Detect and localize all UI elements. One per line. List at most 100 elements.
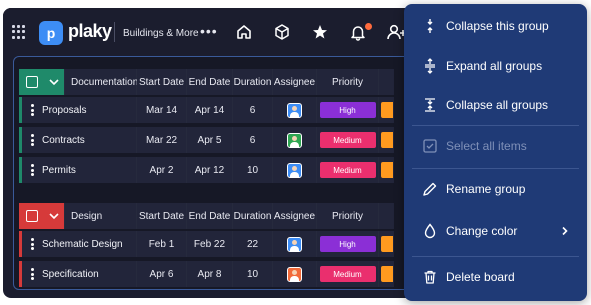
menu-item-expand-all-groups[interactable]: Expand all groups — [404, 51, 587, 81]
end-date-cell[interactable]: Apr 14 — [187, 97, 233, 123]
assignee-cell[interactable] — [273, 97, 317, 123]
menu-item-collapse-all-groups[interactable]: Collapse all groups — [404, 90, 587, 120]
apps-grid-icon[interactable] — [12, 25, 26, 39]
group-color-strip — [19, 231, 22, 257]
menu-divider — [412, 168, 579, 169]
menu-item-delete-board[interactable]: Delete board — [404, 262, 587, 292]
menu-item-rename-group[interactable]: Rename group — [404, 174, 587, 204]
task-name[interactable]: Contracts — [42, 135, 85, 146]
start-date-cell[interactable]: Mar 22 — [137, 127, 187, 153]
avatar[interactable] — [287, 102, 302, 118]
end-date-cell[interactable]: Apr 8 — [187, 261, 233, 287]
row-menu-icon[interactable] — [31, 134, 34, 146]
row-menu-icon[interactable] — [31, 104, 34, 116]
table-row[interactable]: Permits Apr 2 Apr 12 10 Medium — [19, 157, 394, 183]
assignee-cell[interactable] — [273, 157, 317, 183]
group-checkbox[interactable] — [26, 210, 38, 222]
chevron-down-icon[interactable] — [47, 75, 61, 89]
row-menu-icon[interactable] — [31, 238, 34, 250]
start-date-cell[interactable]: Feb 1 — [137, 231, 187, 257]
group-controls — [19, 69, 65, 95]
extra-cell — [379, 127, 394, 153]
end-date-cell[interactable]: Apr 5 — [187, 127, 233, 153]
column-header-end-date[interactable]: End Date — [187, 69, 233, 95]
menu-item-label: Collapse all groups — [446, 98, 549, 112]
row-menu-icon[interactable] — [31, 268, 34, 280]
start-date-cell[interactable]: Mar 14 — [137, 97, 187, 123]
avatar[interactable] — [287, 162, 302, 178]
task-name[interactable]: Specification — [42, 269, 99, 280]
column-header-priority[interactable]: Priority — [317, 203, 379, 229]
column-header-start-date[interactable]: Start Date — [137, 69, 187, 95]
cube-icon[interactable] — [273, 23, 291, 41]
task-name[interactable]: Permits — [42, 165, 76, 176]
logo-text[interactable]: plaky — [68, 21, 112, 42]
chevron-down-icon[interactable] — [47, 209, 61, 223]
avatar[interactable] — [287, 266, 302, 282]
end-date-cell[interactable]: Feb 22 — [187, 231, 233, 257]
end-date-cell[interactable]: Apr 12 — [187, 157, 233, 183]
column-header-task[interactable]: Design — [65, 203, 137, 229]
column-header-start-date[interactable]: Start Date — [137, 203, 187, 229]
logo-icon[interactable]: p — [39, 21, 63, 45]
avatar[interactable] — [287, 132, 302, 148]
column-header-priority[interactable]: Priority — [317, 69, 379, 95]
task-name[interactable]: Proposals — [42, 105, 86, 116]
duration-cell[interactable]: 10 — [233, 157, 273, 183]
task-cell[interactable]: Schematic Design — [19, 231, 137, 257]
status-badge[interactable] — [381, 236, 393, 252]
star-icon[interactable] — [311, 23, 329, 41]
column-header-duration[interactable]: Duration — [233, 203, 273, 229]
priority-cell[interactable]: Medium — [317, 261, 379, 287]
avatar[interactable] — [287, 236, 302, 252]
table-row[interactable]: Contracts Mar 22 Apr 5 6 Medium — [19, 127, 394, 153]
status-badge[interactable] — [381, 102, 393, 118]
assignee-cell[interactable] — [273, 261, 317, 287]
status-badge[interactable] — [381, 266, 393, 282]
menu-item-collapse-this-group[interactable]: Collapse this group — [404, 11, 587, 41]
home-icon[interactable] — [235, 23, 253, 41]
priority-badge[interactable]: Medium — [319, 162, 376, 178]
column-header-assignee[interactable]: Assignee — [273, 203, 317, 229]
task-cell[interactable]: Specification — [19, 261, 137, 287]
duration-cell[interactable]: 6 — [233, 127, 273, 153]
table-row[interactable]: Schematic Design Feb 1 Feb 22 22 High — [19, 231, 394, 257]
start-date-cell[interactable]: Apr 6 — [137, 261, 187, 287]
extra-cell — [379, 231, 394, 257]
column-header-duration[interactable]: Duration — [233, 69, 273, 95]
column-header-assignee[interactable]: Assignee — [273, 69, 317, 95]
more-options-icon[interactable]: ••• — [200, 23, 218, 39]
column-header-end-date[interactable]: End Date — [187, 203, 233, 229]
status-badge[interactable] — [381, 162, 393, 178]
task-name[interactable]: Schematic Design — [42, 239, 123, 250]
group-checkbox[interactable] — [26, 76, 38, 88]
row-menu-icon[interactable] — [31, 164, 34, 176]
priority-cell[interactable]: Medium — [317, 127, 379, 153]
group-header-documentation: Documentation Start Date End Date Durati… — [19, 69, 394, 95]
workspace-name[interactable]: Buildings & More — [123, 28, 199, 39]
group-controls — [19, 203, 65, 229]
duration-cell[interactable]: 22 — [233, 231, 273, 257]
column-header-task[interactable]: Documentation — [65, 69, 138, 95]
priority-badge[interactable]: Medium — [319, 132, 376, 148]
task-cell[interactable]: Proposals — [19, 97, 137, 123]
menu-item-label: Select all items — [446, 139, 527, 153]
priority-cell[interactable]: High — [317, 231, 379, 257]
priority-badge[interactable]: High — [319, 236, 376, 252]
duration-cell[interactable]: 10 — [233, 261, 273, 287]
assignee-cell[interactable] — [273, 231, 317, 257]
duration-cell[interactable]: 6 — [233, 97, 273, 123]
task-cell[interactable]: Contracts — [19, 127, 137, 153]
status-badge[interactable] — [381, 132, 393, 148]
start-date-cell[interactable]: Apr 2 — [137, 157, 187, 183]
menu-item-change-color[interactable]: Change color — [404, 216, 587, 246]
priority-badge[interactable]: High — [319, 102, 376, 118]
priority-badge[interactable]: Medium — [319, 266, 376, 282]
checkbox-icon — [423, 139, 437, 153]
priority-cell[interactable]: Medium — [317, 157, 379, 183]
assignee-cell[interactable] — [273, 127, 317, 153]
priority-cell[interactable]: High — [317, 97, 379, 123]
table-row[interactable]: Proposals Mar 14 Apr 14 6 High — [19, 97, 394, 123]
table-row[interactable]: Specification Apr 6 Apr 8 10 Medium — [19, 261, 394, 287]
task-cell[interactable]: Permits — [19, 157, 137, 183]
